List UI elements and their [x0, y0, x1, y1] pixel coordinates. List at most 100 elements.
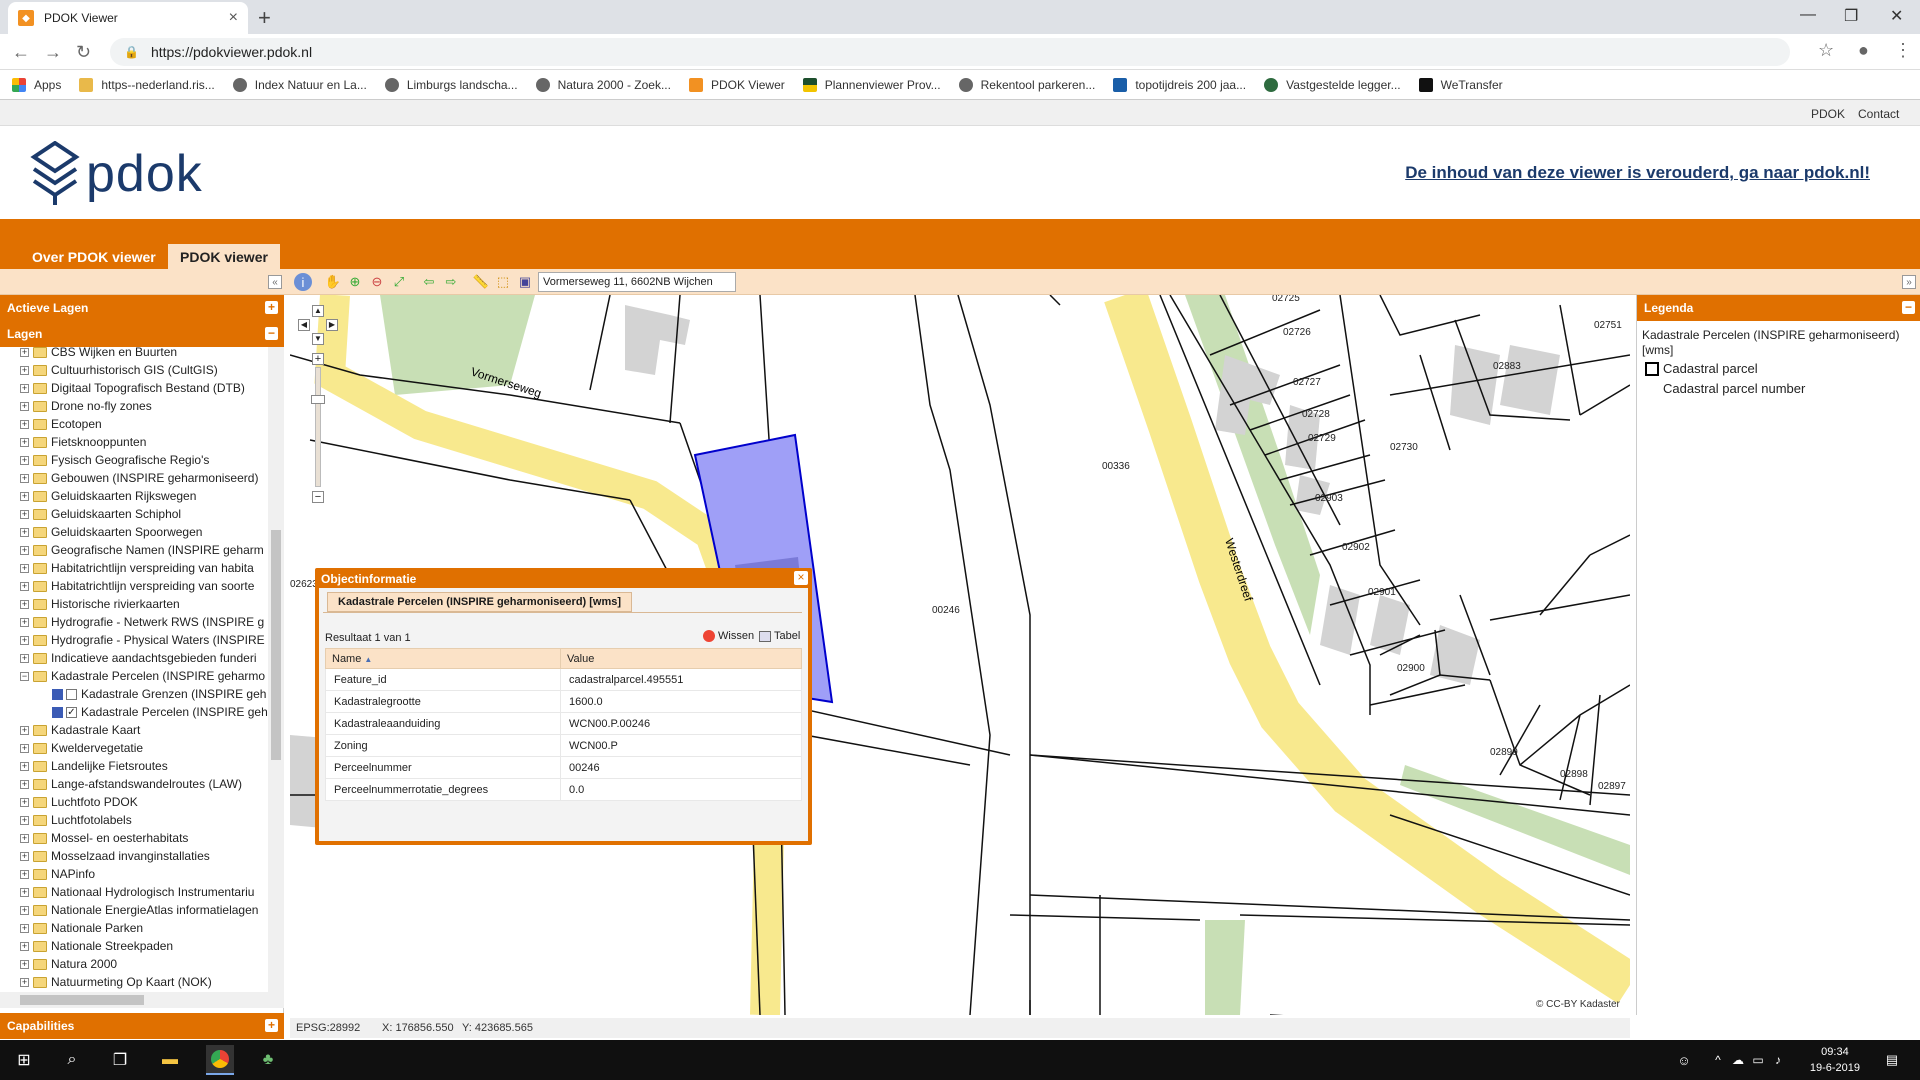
close-icon[interactable]: ×: [794, 571, 808, 585]
popup-layer-tab[interactable]: Kadastrale Percelen (INSPIRE geharmonise…: [327, 592, 633, 612]
info-tool-icon[interactable]: i: [294, 273, 312, 291]
expand-icon[interactable]: +: [20, 365, 29, 375]
expand-icon[interactable]: +: [20, 455, 29, 465]
tree-folder-item[interactable]: + Indicatieve aandachtsgebieden funderi: [20, 649, 257, 667]
tree-folder-item[interactable]: + Nationale Streekpaden: [20, 937, 173, 955]
collapse-icon[interactable]: −: [265, 327, 278, 340]
collapse-left-icon[interactable]: «: [268, 275, 282, 289]
measure-area-icon[interactable]: ⬚: [494, 273, 512, 291]
legend-header[interactable]: Legenda −: [1637, 295, 1920, 321]
tree-folder-item[interactable]: + Nationaal Hydrologisch Instrumentariu: [20, 883, 254, 901]
file-explorer-icon[interactable]: ▬: [158, 1048, 182, 1072]
address-bar[interactable]: 🔒 https://pdokviewer.pdok.nl: [110, 38, 1790, 66]
window-close-icon[interactable]: ✕: [1890, 6, 1903, 26]
expand-icon[interactable]: +: [20, 635, 29, 645]
tab-pdok-viewer[interactable]: PDOK viewer: [168, 244, 280, 269]
tree-folder-item[interactable]: + Geluidskaarten Rijkswegen: [20, 487, 196, 505]
expand-icon[interactable]: +: [20, 473, 29, 483]
next-view-icon[interactable]: ⇨: [442, 273, 460, 291]
zoom-slider-track[interactable]: [315, 367, 321, 487]
tree-layer-item[interactable]: ✓ Kadastrale Percelen (INSPIRE geh: [52, 703, 268, 721]
expand-icon[interactable]: +: [20, 905, 29, 915]
tree-layer-item[interactable]: Kadastrale Grenzen (INSPIRE geh: [52, 685, 266, 703]
expand-icon[interactable]: +: [20, 941, 29, 951]
address-search-input[interactable]: [538, 272, 736, 292]
zoom-in-icon[interactable]: +: [312, 353, 324, 365]
tree-folder-item[interactable]: + Ecotopen: [20, 415, 102, 433]
locate-icon[interactable]: ▣: [516, 273, 534, 291]
volume-icon[interactable]: ♪: [1766, 1048, 1790, 1072]
zoom-in-tool-icon[interactable]: ⊕: [346, 273, 364, 291]
bookmark-item[interactable]: Vastgestelde legger...: [1264, 77, 1401, 92]
tree-folder-item[interactable]: + Kadastrale Kaart: [20, 721, 140, 739]
browser-tab[interactable]: ◆ PDOK Viewer ×: [8, 2, 248, 34]
expand-icon[interactable]: +: [20, 509, 29, 519]
bookmark-item[interactable]: WeTransfer: [1418, 77, 1503, 92]
expand-icon[interactable]: +: [20, 347, 29, 357]
tree-folder-item[interactable]: + Nationale Parken: [20, 919, 143, 937]
table-row[interactable]: Kadastraleaanduiding WCN00.P.00246: [325, 712, 802, 735]
expand-icon[interactable]: +: [20, 491, 29, 501]
expand-icon[interactable]: +: [20, 419, 29, 429]
zoom-extent-icon[interactable]: ⤢: [390, 273, 408, 291]
zoom-slider-handle[interactable]: [311, 395, 325, 404]
tree-folder-item[interactable]: + Fietsknooppunten: [20, 433, 146, 451]
system-clock[interactable]: 09:34 19-6-2019: [1810, 1044, 1860, 1076]
clear-button[interactable]: Wissen: [703, 630, 754, 642]
tree-folder-item[interactable]: + Cultuurhistorisch GIS (CultGIS): [20, 361, 218, 379]
notifications-icon[interactable]: ▤: [1880, 1048, 1904, 1072]
pan-up-icon[interactable]: ▲: [312, 305, 324, 317]
pan-right-icon[interactable]: ▶: [326, 319, 338, 331]
tree-folder-item[interactable]: + Geluidskaarten Spoorwegen: [20, 523, 202, 541]
expand-icon[interactable]: +: [20, 599, 29, 609]
previous-view-icon[interactable]: ⇦: [420, 273, 438, 291]
expand-icon[interactable]: +: [20, 959, 29, 969]
layers-header[interactable]: Lagen −: [0, 321, 284, 347]
reload-icon[interactable]: ↻: [76, 42, 91, 63]
pan-left-icon[interactable]: ◀: [298, 319, 310, 331]
outdated-notice-link[interactable]: De inhoud van deze viewer is verouderd, …: [1405, 163, 1870, 183]
tree-folder-item[interactable]: + Drone no-fly zones: [20, 397, 152, 415]
tree-folder-item[interactable]: + Landelijke Fietsroutes: [20, 757, 168, 775]
tree-folder-item[interactable]: + Nationale EnergieAtlas informatielagen: [20, 901, 258, 919]
expand-icon[interactable]: +: [20, 383, 29, 393]
people-icon[interactable]: ☺: [1672, 1048, 1696, 1072]
bookmark-item[interactable]: topotijdreis 200 jaa...: [1113, 77, 1246, 92]
minimize-icon[interactable]: —: [1800, 6, 1816, 24]
tree-folder-item[interactable]: + Historische rivierkaarten: [20, 595, 180, 613]
tree-folder-item[interactable]: + Mosselzaad invanginstallaties: [20, 847, 210, 865]
tree-folder-item[interactable]: + Hydrografie - Netwerk RWS (INSPIRE g: [20, 613, 264, 631]
expand-icon[interactable]: +: [20, 977, 29, 987]
active-layers-header[interactable]: Actieve Lagen +: [0, 295, 284, 321]
tree-folder-item[interactable]: + Geografische Namen (INSPIRE geharm: [20, 541, 264, 559]
collapse-right-icon[interactable]: »: [1902, 275, 1916, 289]
zoom-out-tool-icon[interactable]: ⊖: [368, 273, 386, 291]
bookmark-item[interactable]: Natura 2000 - Zoek...: [535, 77, 671, 92]
tree-folder-item[interactable]: + CBS Wijken en Buurten: [20, 347, 177, 361]
expand-icon[interactable]: +: [20, 581, 29, 591]
pan-tool-icon[interactable]: ✋: [324, 273, 342, 291]
table-row[interactable]: Perceelnummerrotatie_degrees 0.0: [325, 778, 802, 801]
bookmark-item[interactable]: https--nederland.ris...: [79, 77, 215, 92]
tree-folder-item[interactable]: + NAPinfo: [20, 865, 95, 883]
expand-icon[interactable]: +: [20, 563, 29, 573]
pdok-link[interactable]: PDOK: [1811, 107, 1845, 121]
tree-folder-item[interactable]: + Natuurmeting Op Kaart (NOK): [20, 973, 212, 991]
pdok-logo[interactable]: pdok: [30, 141, 203, 207]
tree-folder-item[interactable]: + Natura 2000: [20, 955, 117, 973]
tree-folder-item[interactable]: − Kadastrale Percelen (INSPIRE geharmo: [20, 667, 265, 685]
expand-icon[interactable]: +: [20, 527, 29, 537]
expand-icon[interactable]: +: [20, 725, 29, 735]
expand-icon[interactable]: +: [20, 401, 29, 411]
bookmark-apps[interactable]: Apps: [12, 77, 61, 92]
expand-icon[interactable]: +: [20, 851, 29, 861]
expand-icon[interactable]: +: [265, 301, 278, 314]
expand-icon[interactable]: +: [20, 869, 29, 879]
bookmark-item[interactable]: Plannenviewer Prov...: [802, 77, 941, 92]
tree-folder-item[interactable]: + Hydrografie - Physical Waters (INSPIRE: [20, 631, 265, 649]
scrollbar-thumb[interactable]: [271, 530, 281, 760]
bookmark-item[interactable]: Index Natuur en La...: [232, 77, 367, 92]
forward-icon[interactable]: →: [44, 42, 62, 63]
expand-icon[interactable]: +: [20, 833, 29, 843]
object-info-popup[interactable]: Objectinformatie × Kadastrale Percelen (…: [315, 568, 812, 845]
